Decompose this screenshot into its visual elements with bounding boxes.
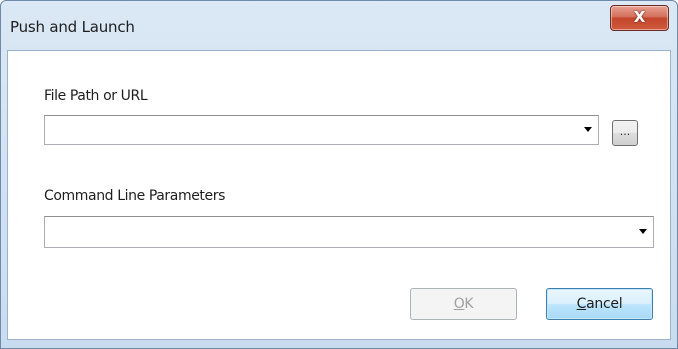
command-line-label: Command Line Parameters [44, 188, 225, 204]
cancel-button[interactable]: Cancel [546, 288, 653, 320]
dialog-window: Push and Launch X File Path or URL ... C… [0, 0, 678, 349]
ok-button[interactable]: OK [410, 288, 517, 320]
browse-button[interactable]: ... [612, 120, 638, 146]
dialog-body: File Path or URL ... Command Line Parame… [7, 50, 671, 340]
cancel-label-rest: ancel [586, 296, 623, 312]
window-title: Push and Launch [10, 18, 135, 36]
command-line-input[interactable] [47, 219, 625, 245]
command-line-combobox[interactable] [44, 216, 654, 248]
ok-mnemonic: O [453, 296, 465, 312]
close-button[interactable]: X [610, 5, 669, 31]
file-path-input[interactable] [47, 118, 570, 142]
cancel-mnemonic: C [576, 296, 587, 312]
file-path-label: File Path or URL [44, 88, 148, 104]
ok-label-rest: K [464, 296, 474, 312]
title-bar[interactable]: Push and Launch X [1, 1, 677, 51]
file-path-combobox[interactable] [44, 115, 599, 145]
close-icon: X [633, 8, 646, 26]
chevron-down-icon[interactable] [584, 127, 592, 132]
chevron-down-icon[interactable] [639, 229, 647, 234]
